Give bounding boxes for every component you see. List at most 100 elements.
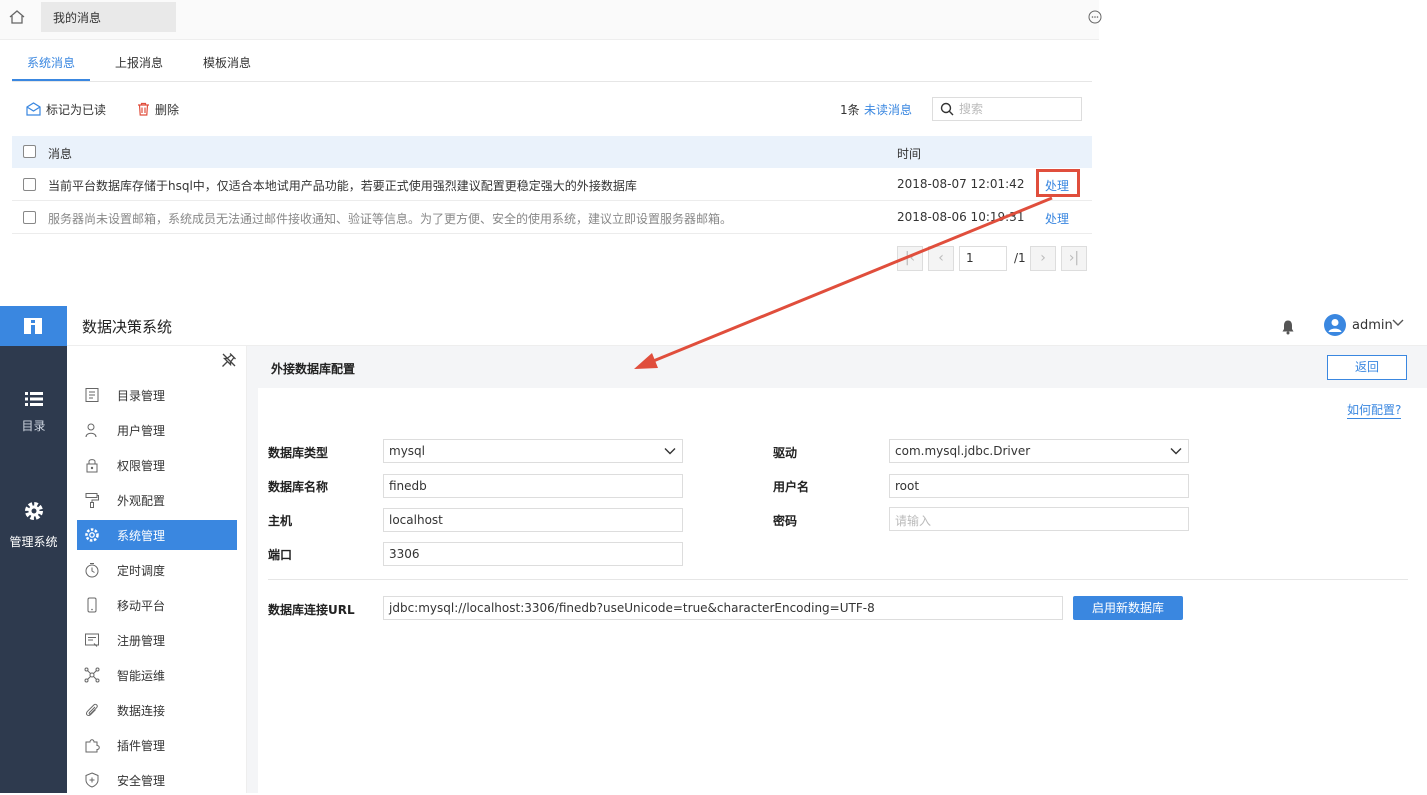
menu-label: 插件管理 (117, 738, 166, 753)
menu-item-appearance[interactable]: 外观配置 (77, 485, 237, 515)
tab-reported-messages[interactable]: 上报消息 (115, 54, 163, 71)
back-button[interactable]: 返回 (1327, 355, 1407, 380)
table-row: 服务器尚未设置邮箱，系统成员无法通过邮件接收通知、验证等信息。为了更方便、安全的… (12, 201, 1092, 234)
menu-label: 外观配置 (117, 493, 166, 508)
page-tab-my-messages[interactable]: 我的消息 (41, 2, 176, 32)
menu-item-mobile[interactable]: 移动平台 (77, 590, 237, 620)
host-field[interactable]: localhost (383, 508, 683, 532)
shield-icon (85, 772, 99, 788)
menu-item-registration[interactable]: 注册管理 (77, 625, 237, 655)
lock-icon (86, 459, 98, 473)
table-row: 当前平台数据库存储于hsql中，仅适合本地试用产品功能，若要正式使用强烈建议配置… (12, 168, 1092, 201)
column-header-message: 消息 (48, 147, 73, 161)
how-to-configure-link[interactable]: 如何配置? (1347, 401, 1402, 419)
tab-template-messages[interactable]: 模板消息 (203, 54, 251, 71)
message-text: 当前平台数据库存储于hsql中，仅适合本地试用产品功能，若要正式使用强烈建议配置… (48, 179, 637, 193)
pin-icon[interactable] (221, 352, 237, 368)
db-type-label: 数据库类型 (268, 446, 329, 460)
search-box[interactable] (932, 97, 1082, 121)
menu-item-directory[interactable]: 目录管理 (77, 380, 237, 410)
chevron-down-icon[interactable] (1391, 318, 1405, 328)
highlight-box (1036, 169, 1080, 197)
process-link[interactable]: 处理 (1045, 210, 1069, 227)
url-field[interactable]: jdbc:mysql://localhost:3306/finedb?useUn… (383, 596, 1063, 620)
rail-label: 管理系统 (9, 535, 58, 549)
row-checkbox[interactable] (23, 211, 36, 224)
menu-label: 智能运维 (117, 668, 166, 683)
menu-item-plugins[interactable]: 插件管理 (77, 730, 237, 760)
envelope-icon (26, 102, 41, 116)
driver-value: com.mysql.jdbc.Driver (895, 444, 1031, 458)
tab-system-messages[interactable]: 系统消息 (27, 54, 75, 71)
user-icon (1328, 319, 1342, 332)
db-name-field[interactable]: finedb (383, 474, 683, 498)
message-table-header: 消息 时间 (12, 136, 1092, 168)
gear-icon (85, 528, 99, 542)
list-icon (24, 392, 43, 406)
prev-page-button[interactable]: ‹ (928, 246, 954, 271)
chevron-down-icon (1170, 448, 1182, 455)
more-icon[interactable] (1088, 10, 1102, 24)
menu-label: 安全管理 (117, 773, 166, 788)
db-type-value: mysql (389, 444, 425, 458)
menu-label: 权限管理 (117, 458, 166, 473)
menu-label: 用户管理 (117, 423, 166, 438)
unread-messages-link[interactable]: 未读消息 (864, 101, 912, 118)
menu-item-permissions[interactable]: 权限管理 (77, 450, 237, 480)
registration-icon (85, 633, 99, 647)
last-page-button[interactable]: ›| (1061, 246, 1087, 271)
mobile-icon (87, 597, 97, 613)
message-text: 服务器尚未设置邮箱，系统成员无法通过邮件接收通知、验证等信息。为了更方便、安全的… (48, 212, 733, 226)
app-title: 数据决策系统 (82, 318, 173, 336)
menu-item-users[interactable]: 用户管理 (77, 415, 237, 445)
menu-label: 移动平台 (117, 598, 166, 613)
paint-roller-icon (85, 493, 99, 508)
delete-button[interactable]: 删除 (137, 100, 179, 118)
password-field[interactable]: 请输入 (889, 507, 1189, 531)
username-field[interactable]: root (889, 474, 1189, 498)
row-checkbox[interactable] (23, 178, 36, 191)
admin-menu: 目录管理 用户管理 权限管理 外观配置 系统管理 定时调度 移动平台 注册管理 … (67, 346, 247, 793)
message-time: 2018-08-06 10:19:31 (897, 210, 1025, 224)
page-number-input[interactable]: 1 (959, 246, 1007, 271)
app-logo (0, 306, 67, 346)
active-tab-underline (12, 79, 90, 81)
menu-item-smart-ops[interactable]: 智能运维 (77, 660, 237, 690)
directory-icon (85, 388, 99, 402)
rail-item-directory[interactable]: 目录 (0, 390, 67, 434)
menu-item-data-connection[interactable]: 数据连接 (77, 695, 237, 725)
trash-icon (138, 102, 149, 116)
user-name[interactable]: admin (1352, 318, 1393, 333)
message-tabs: 系统消息 上报消息 模板消息 (12, 40, 1092, 82)
delete-label: 删除 (155, 102, 180, 117)
app-header (0, 306, 1427, 346)
gear-icon (24, 502, 43, 520)
menu-item-scheduling[interactable]: 定时调度 (77, 555, 237, 585)
page-title: 外接数据库配置 (271, 362, 356, 376)
db-type-select[interactable]: mysql (383, 439, 683, 463)
mark-read-button[interactable]: 标记为已读 (26, 100, 106, 118)
first-page-button[interactable]: |‹ (897, 246, 923, 271)
enable-new-db-button[interactable]: 启用新数据库 (1073, 596, 1183, 620)
port-field[interactable]: 3306 (383, 542, 683, 566)
home-icon[interactable] (8, 8, 26, 26)
bell-icon[interactable] (1281, 319, 1295, 335)
avatar[interactable] (1324, 314, 1346, 336)
menu-item-system[interactable]: 系统管理 (77, 520, 237, 550)
rail-item-admin[interactable]: 管理系统 (0, 500, 67, 550)
search-input[interactable] (959, 100, 1074, 118)
rail-label: 目录 (21, 419, 46, 433)
network-icon (84, 667, 100, 683)
unread-count: 1条 (840, 103, 860, 117)
menu-item-security[interactable]: 安全管理 (77, 765, 237, 795)
select-all-checkbox[interactable] (23, 145, 36, 158)
driver-label: 驱动 (773, 446, 798, 460)
message-time: 2018-08-07 12:01:42 (897, 177, 1025, 191)
username-label: 用户名 (773, 480, 810, 494)
driver-select[interactable]: com.mysql.jdbc.Driver (889, 439, 1189, 463)
db-name-label: 数据库名称 (268, 480, 329, 494)
next-page-button[interactable]: › (1030, 246, 1056, 271)
timer-icon (85, 563, 99, 578)
password-label: 密码 (773, 514, 798, 528)
port-label: 端口 (268, 548, 293, 562)
